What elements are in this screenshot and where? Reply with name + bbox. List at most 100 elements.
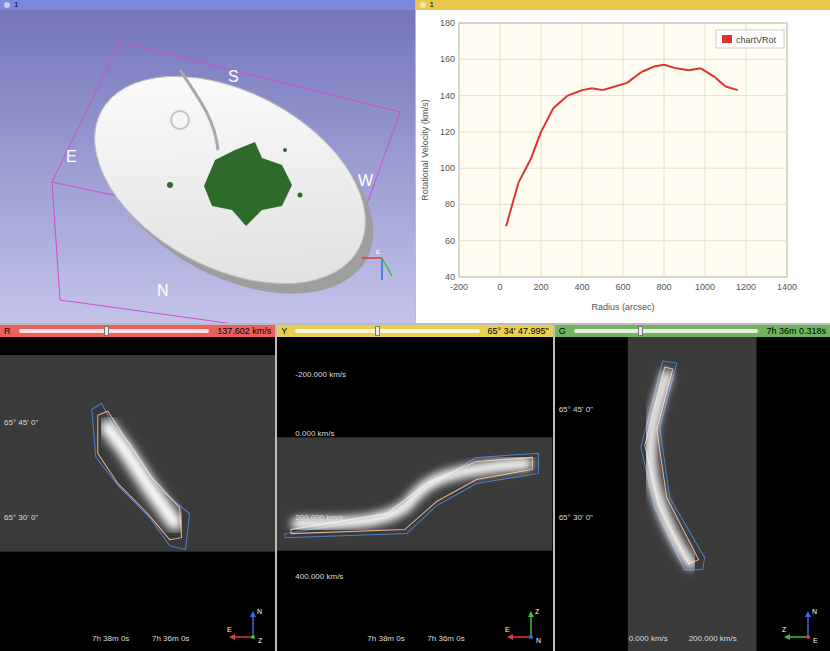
series-segment — [653, 65, 663, 67]
series-segment — [676, 68, 688, 70]
slice-view: G7h 36m 0.318s 65° 45' 0" 65° 30' 0" 0.000 … — [555, 325, 830, 651]
rotation-curve-chart: 406080100120140160180-200020040060080010… — [416, 10, 830, 323]
svg-text:Z: Z — [258, 637, 263, 644]
series-segment — [700, 68, 714, 77]
series-segment — [688, 68, 700, 70]
pin-icon[interactable] — [420, 2, 426, 8]
orientation-axes-icon: N E Z — [225, 605, 269, 645]
slice-header: R 137.602 km/s — [0, 325, 275, 337]
slider-knob[interactable] — [104, 326, 109, 336]
tick-label: -200.000 km/s — [295, 371, 346, 379]
orientation-axes-icon: E — [362, 249, 392, 280]
series-segment — [506, 183, 518, 227]
slice-view: Y 65° 34' 47.995" -200.000 km/s 0.000 km/s 2… — [277, 325, 552, 651]
series-segment — [553, 96, 567, 109]
slice-canvas[interactable]: 65° 45' 0" 65° 30' 0" 7h 38m 0s 7h 36m 0s N E… — [0, 337, 275, 651]
svg-text:1400: 1400 — [776, 282, 796, 292]
svg-text:Z: Z — [535, 608, 540, 615]
slice-canvas[interactable]: -200.000 km/s 0.000 km/s 200.000 km/s 400.0… — [277, 337, 552, 651]
svg-text:N: N — [257, 608, 262, 615]
tick-label: 0.000 km/s — [295, 430, 334, 438]
svg-text:120: 120 — [439, 127, 454, 137]
svg-text:-200: -200 — [449, 282, 467, 292]
tick-label: 0.000 km/s — [629, 635, 668, 643]
svg-text:1000: 1000 — [694, 282, 714, 292]
tick-label: 65° 30' 0" — [4, 514, 38, 522]
svg-text:E: E — [505, 626, 510, 633]
svg-text:160: 160 — [439, 54, 454, 64]
svg-text:E: E — [376, 249, 380, 255]
svg-text:60: 60 — [444, 236, 454, 246]
slider-knob[interactable] — [375, 326, 380, 336]
chart-view: 1406080100120140160180-20002004006008001… — [416, 0, 830, 323]
series-segment — [530, 132, 540, 159]
series-segment — [582, 88, 592, 90]
svg-text:Rotational Velocity (km/s): Rotational Velocity (km/s) — [420, 99, 430, 201]
three-d-scene: S E W N E — [0, 10, 415, 323]
tick-label: 7h 38m 0s — [92, 635, 129, 643]
series-segment — [592, 88, 602, 90]
svg-text:100: 100 — [439, 163, 454, 173]
series-segment — [518, 159, 530, 183]
chart-canvas: 406080100120140160180-200020040060080010… — [416, 10, 830, 323]
view-header: 1 — [416, 0, 830, 10]
slice-image — [277, 337, 552, 651]
svg-text:1200: 1200 — [735, 282, 755, 292]
svg-text:E: E — [227, 626, 232, 633]
tick-label: 400.000 km/s — [295, 573, 343, 581]
svg-text:E: E — [813, 637, 818, 644]
tick-label: 65° 30' 0" — [559, 514, 593, 522]
slice-name: R — [4, 327, 11, 336]
slice-slider[interactable] — [19, 329, 210, 333]
tick-label: 200.000 km/s — [295, 514, 343, 522]
slice-reading: 137.602 km/s — [217, 327, 271, 336]
three-d-canvas[interactable]: S E W N E — [0, 10, 415, 323]
orientation-axes-icon: N Z E — [780, 605, 824, 645]
series-segment — [725, 87, 737, 91]
svg-text:N: N — [157, 282, 169, 299]
slice-slider[interactable] — [574, 329, 759, 333]
slice-view: R 137.602 km/s 65° 45' 0" 65° 30' 0" 7h 38m … — [0, 325, 275, 651]
pin-icon[interactable] — [4, 2, 10, 8]
view-header: 1 — [0, 0, 415, 10]
slice-image — [0, 337, 275, 651]
slice-header: Y 65° 34' 47.995" — [277, 325, 552, 337]
orientation-axes-icon: ZEN — [503, 605, 547, 645]
slider-knob[interactable] — [638, 326, 643, 336]
svg-text:S: S — [228, 68, 239, 85]
series-segment — [567, 90, 581, 95]
slice-slider[interactable] — [295, 329, 479, 333]
slice-canvas[interactable]: 65° 45' 0" 65° 30' 0" 0.000 km/s 200.000 km… — [555, 337, 830, 651]
app-window: 1SEWNE1406080100120140160180-20002004006… — [0, 0, 830, 651]
chart-legend: chartVRot — [716, 30, 784, 48]
tick-label: 65° 45' 0" — [4, 419, 38, 427]
svg-text:600: 600 — [615, 282, 630, 292]
svg-text:0: 0 — [497, 282, 502, 292]
svg-text:200: 200 — [533, 282, 548, 292]
svg-text:40: 40 — [444, 272, 454, 282]
svg-text:800: 800 — [656, 282, 671, 292]
tick-label: 7h 38m 0s — [367, 635, 404, 643]
svg-text:chartVRot: chartVRot — [736, 35, 777, 45]
slice-name: Y — [281, 327, 287, 336]
series-segment — [715, 77, 725, 86]
svg-text:Z: Z — [782, 626, 787, 633]
tick-label: 65° 45' 0" — [559, 406, 593, 414]
svg-text:Radius (arcsec): Radius (arcsec) — [591, 302, 654, 312]
svg-text:W: W — [358, 172, 374, 189]
bottom-row: R 137.602 km/s 65° 45' 0" 65° 30' 0" 7h 38m … — [0, 325, 830, 651]
tick-label: 7h 36m 0s — [152, 635, 189, 643]
slice-image — [555, 337, 830, 651]
tick-label: 7h 36m 0s — [427, 635, 464, 643]
series-segment — [641, 67, 653, 72]
slice-reading: 7h 36m 0.318s — [766, 327, 826, 336]
tick-label: 200.000 km/s — [689, 635, 737, 643]
slice-reading: 65° 34' 47.995" — [488, 327, 549, 336]
series-segment — [541, 108, 553, 132]
svg-text:N: N — [812, 608, 817, 615]
slice-header: G7h 36m 0.318s — [555, 325, 830, 337]
series-segment — [614, 83, 626, 87]
three-d-view: 1 S E W N E — [0, 0, 415, 323]
svg-text:E: E — [66, 148, 77, 165]
series-segment — [664, 65, 676, 69]
